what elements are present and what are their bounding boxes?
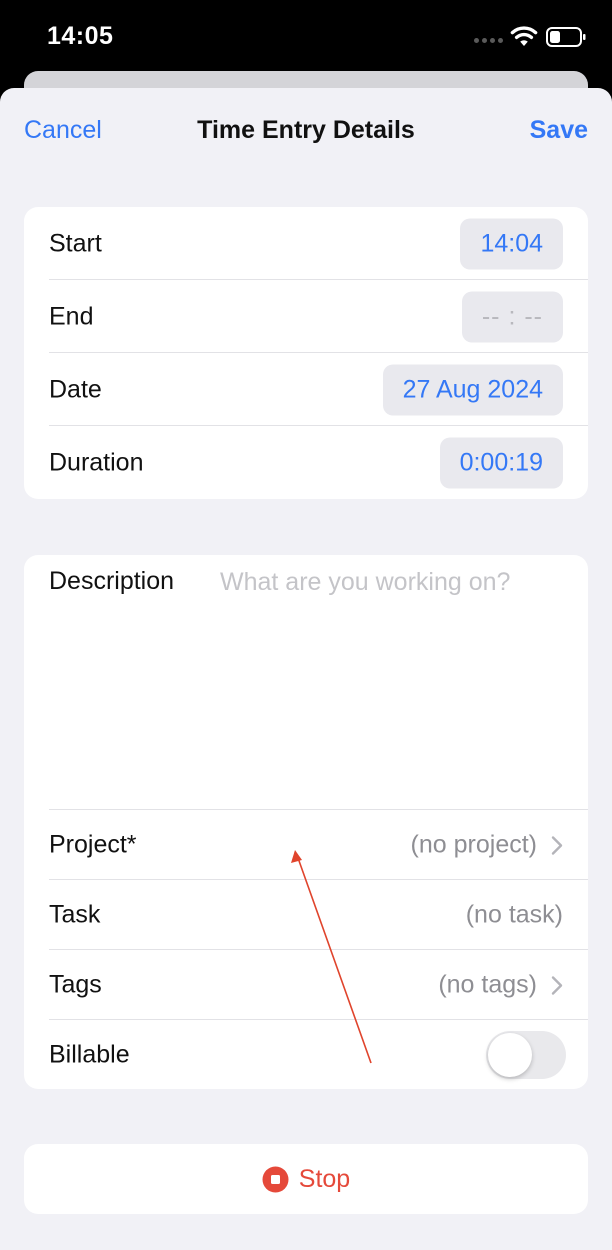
description-row: Description (24, 555, 588, 810)
project-value-text: (no project) (410, 830, 537, 859)
chevron-right-icon (551, 835, 563, 855)
date-row: Date 27 Aug 2024 (24, 353, 588, 426)
start-row: Start 14:04 (24, 207, 588, 280)
start-time-picker[interactable]: 14:04 (460, 218, 563, 269)
task-label: Task (49, 900, 101, 929)
wifi-icon (510, 26, 538, 46)
signal-dots-icon (474, 38, 504, 44)
date-label: Date (49, 375, 102, 403)
billable-label: Billable (49, 1040, 130, 1069)
start-label: Start (49, 229, 102, 257)
billable-toggle[interactable] (486, 1031, 566, 1079)
battery-icon (546, 27, 586, 47)
status-bar: 14:05 (0, 0, 612, 80)
stop-button[interactable]: Stop (24, 1144, 588, 1214)
description-label: Description (49, 567, 175, 595)
project-row[interactable]: Project* (no project) (24, 810, 588, 880)
details-card: Description Project* (no project) Task (… (24, 555, 588, 1089)
tags-label: Tags (49, 970, 102, 999)
chevron-right-icon (551, 975, 563, 995)
stop-label: Stop (298, 1164, 351, 1193)
duration-row: Duration 0:00:19 (24, 426, 588, 499)
status-time: 14:05 (47, 22, 114, 50)
description-input[interactable] (220, 563, 560, 793)
date-picker[interactable]: 27 Aug 2024 (382, 364, 563, 415)
billable-row: Billable (24, 1020, 588, 1089)
time-card: Start 14:04 End -- : -- Date 27 Aug 2024… (24, 207, 588, 499)
tags-value-text: (no tags) (438, 970, 537, 999)
stop-circle-icon (262, 1166, 289, 1192)
end-row: End -- : -- (24, 280, 588, 353)
task-value: (no task) (465, 900, 563, 929)
end-time-picker[interactable]: -- : -- (461, 291, 563, 342)
tags-row[interactable]: Tags (no tags) (24, 950, 588, 1020)
cancel-button[interactable]: Cancel (24, 116, 102, 145)
duration-picker[interactable]: 0:00:19 (439, 437, 563, 488)
toggle-knob (488, 1033, 532, 1077)
tags-value: (no tags) (438, 971, 563, 1000)
duration-label: Duration (49, 448, 144, 476)
project-value: (no project) (411, 831, 563, 860)
save-button[interactable]: Save (530, 116, 588, 145)
project-label: Project* (49, 830, 137, 859)
end-label: End (49, 302, 94, 330)
time-entry-sheet: Cancel Time Entry Details Save Start 14:… (0, 88, 612, 1250)
task-row[interactable]: Task (no task) (24, 880, 588, 950)
